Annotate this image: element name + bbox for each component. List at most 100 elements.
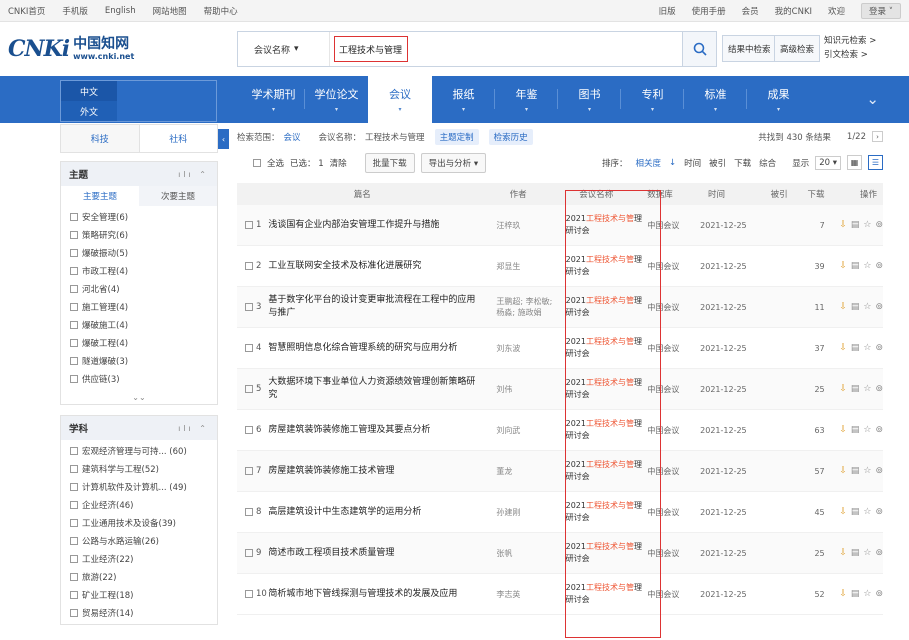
author-link[interactable]: 刘东波 [488, 343, 557, 354]
col-title[interactable]: 篇名 [237, 188, 488, 200]
author-link[interactable]: 郑显生 [488, 261, 557, 272]
read-icon[interactable]: ▤ [851, 507, 860, 517]
top-link[interactable]: CNKI首页 [8, 5, 45, 17]
search-button[interactable] [682, 32, 716, 66]
favorite-icon[interactable]: ☆ [863, 507, 871, 517]
article-title-link[interactable]: 工业互联网安全技术及标准化进展研究 [268, 260, 488, 273]
top-link[interactable]: 使用手册 [692, 5, 726, 17]
download-icon[interactable]: ⇩ [839, 507, 847, 517]
facet-item[interactable]: 工业经济(22) [70, 550, 208, 568]
tab-main-topic[interactable]: 主要主题 [61, 186, 139, 206]
author-link[interactable]: 王鹏超; 李松敏; 杨淼; 施政娟 [488, 296, 557, 318]
checkbox[interactable] [70, 213, 78, 221]
top-link[interactable]: 帮助中心 [204, 5, 238, 17]
top-link[interactable]: 旧版 [659, 5, 676, 17]
cite-icon[interactable]: ⊚ [875, 220, 883, 230]
row-checkbox[interactable] [245, 426, 253, 434]
row-checkbox[interactable] [245, 549, 253, 557]
read-icon[interactable]: ▤ [851, 384, 860, 394]
sort-option[interactable]: 相关度 [635, 157, 661, 169]
search-in-results-button[interactable]: 结果中检索 [722, 35, 777, 62]
conference-link[interactable]: 2021工程技术与管理研讨会 [558, 500, 646, 524]
facet-item[interactable]: 策略研究(6) [70, 226, 208, 244]
facet-item[interactable]: 隧道爆破(3) [70, 352, 208, 370]
article-title-link[interactable]: 简述市政工程项目技术质量管理 [268, 547, 488, 560]
sort-option[interactable]: 下载 [734, 157, 751, 169]
download-icon[interactable]: ⇩ [839, 384, 847, 394]
search-input[interactable]: 工程技术与管理 [334, 36, 408, 62]
top-link[interactable]: 手机版 [62, 5, 88, 17]
author-link[interactable]: 张帆 [488, 548, 557, 559]
article-title-link[interactable]: 基于数字化平台的设计变更审批流程在工程中的应用与推广 [268, 294, 488, 320]
checkbox[interactable] [70, 465, 78, 473]
favorite-icon[interactable]: ☆ [863, 384, 871, 394]
checkbox[interactable] [70, 591, 78, 599]
author-link[interactable]: 刘向武 [488, 425, 557, 436]
read-icon[interactable]: ▤ [851, 261, 860, 271]
download-icon[interactable]: ⇩ [839, 302, 847, 312]
checkbox[interactable] [70, 231, 78, 239]
col-author[interactable]: 作者 [488, 188, 558, 200]
nav-tab[interactable]: 图书 ▾ [558, 76, 621, 123]
clear-link[interactable]: 清除 [330, 157, 347, 169]
article-title-link[interactable]: 浅谈国有企业内部治安管理工作提升与措施 [268, 219, 488, 232]
read-icon[interactable]: ▤ [851, 466, 860, 476]
facet-item[interactable]: 爆破振动(5) [70, 244, 208, 262]
top-link[interactable]: 欢迎 [828, 5, 845, 17]
conference-link[interactable]: 2021工程技术与管理研讨会 [558, 295, 646, 319]
facet-item[interactable]: 贸易经济(14) [70, 604, 208, 622]
col-date[interactable]: 时间 [692, 188, 753, 200]
tab-social-science[interactable]: 社科 [140, 125, 218, 152]
download-icon[interactable]: ⇩ [839, 548, 847, 558]
facet-item[interactable]: 企业经济(46) [70, 496, 208, 514]
read-icon[interactable]: ▤ [851, 220, 860, 230]
cite-icon[interactable]: ⊚ [875, 302, 883, 312]
favorite-icon[interactable]: ☆ [863, 220, 871, 230]
facet-item[interactable]: 安全管理(6) [70, 208, 208, 226]
collapse-sidebar-icon[interactable]: ‹ [218, 129, 229, 149]
tab-science[interactable]: 科技 [61, 125, 140, 152]
cite-icon[interactable]: ⊚ [875, 384, 883, 394]
facet-item[interactable]: 矿业工程(18) [70, 586, 208, 604]
checkbox[interactable] [70, 339, 78, 347]
facet-item[interactable]: 市政工程(4) [70, 262, 208, 280]
export-analyze-button[interactable]: 导出与分析 ▾ [420, 152, 487, 173]
advanced-search-button[interactable]: 高级检索 [774, 35, 821, 62]
row-checkbox[interactable] [245, 221, 253, 229]
nav-tab[interactable]: 学术期刊 ▾ [242, 76, 305, 123]
checkbox[interactable] [70, 501, 78, 509]
read-icon[interactable]: ▤ [851, 302, 860, 312]
article-title-link[interactable]: 简析城市地下管线探测与管理技术的发展及应用 [268, 588, 488, 601]
expand-nav-icon[interactable]: ⌄ [866, 90, 879, 108]
sort-option[interactable]: 时间 [684, 157, 701, 169]
list-view-icon[interactable]: ☰ [868, 155, 883, 170]
row-checkbox[interactable] [245, 344, 253, 352]
facet-item[interactable]: 供应链(3) [70, 370, 208, 388]
batch-download-button[interactable]: 批量下载 [364, 152, 415, 173]
topic-custom-button[interactable]: 主题定制 [434, 128, 479, 145]
checkbox[interactable] [70, 609, 78, 617]
checkbox[interactable] [70, 375, 78, 383]
row-checkbox[interactable] [245, 467, 253, 475]
conference-link[interactable]: 2021工程技术与管理研讨会 [558, 336, 646, 360]
checkbox[interactable] [70, 267, 78, 275]
article-title-link[interactable]: 智慧照明信息化综合管理系统的研究与应用分析 [268, 342, 488, 355]
row-checkbox[interactable] [245, 590, 253, 598]
knowledge-search-link[interactable]: 知识元检索 > [824, 34, 876, 48]
nav-tab[interactable]: 学位论文 ▾ [305, 76, 368, 123]
checkbox[interactable] [70, 573, 78, 581]
cite-icon[interactable]: ⊚ [875, 425, 883, 435]
sort-option[interactable]: 被引 [709, 157, 726, 169]
facet-item[interactable]: 宏观经济管理与可持... (60) [70, 442, 208, 460]
download-icon[interactable]: ⇩ [839, 343, 847, 353]
top-link[interactable]: 会员 [742, 5, 759, 17]
favorite-icon[interactable]: ☆ [863, 548, 871, 558]
grid-view-icon[interactable]: ▦ [847, 155, 862, 170]
expand-more-icon[interactable]: ⌄⌄ [61, 390, 217, 404]
conference-link[interactable]: 2021工程技术与管理研讨会 [558, 541, 646, 565]
read-icon[interactable]: ▤ [851, 589, 860, 599]
checkbox[interactable] [70, 447, 78, 455]
conference-link[interactable]: 2021工程技术与管理研讨会 [558, 377, 646, 401]
nav-tab[interactable]: 成果 ▾ [747, 76, 810, 123]
favorite-icon[interactable]: ☆ [863, 343, 871, 353]
